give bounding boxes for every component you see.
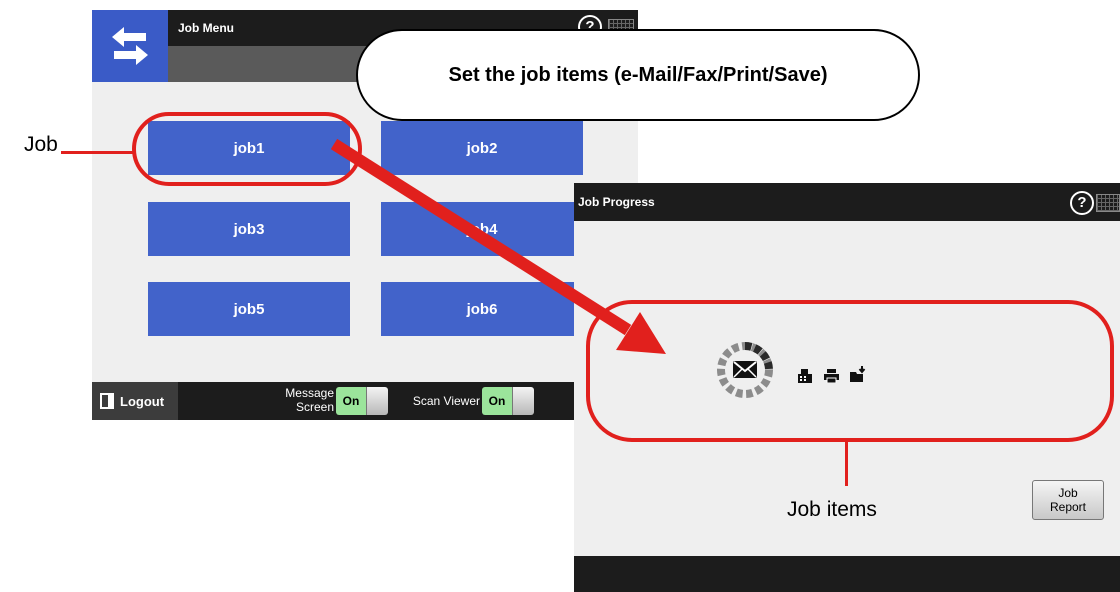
- message-screen-label-line1: Message: [285, 386, 334, 400]
- page-title: Job Progress: [578, 195, 655, 209]
- logout-button[interactable]: Logout: [92, 382, 178, 420]
- job-button-2[interactable]: job2: [381, 121, 583, 175]
- logout-icon: [100, 393, 114, 409]
- job-button-3[interactable]: job3: [148, 202, 350, 256]
- job-button-4[interactable]: job4: [381, 202, 583, 256]
- scan-viewer-label: Scan Viewer: [412, 394, 480, 408]
- title-bar: Job Progress ?: [574, 183, 1120, 221]
- toggle-on-label: On: [336, 387, 366, 415]
- job-leader-line: [61, 151, 135, 154]
- help-icon[interactable]: ?: [1070, 191, 1094, 215]
- job1-highlight-oval: [132, 112, 362, 186]
- logout-label: Logout: [120, 393, 165, 409]
- message-screen-label-line2: Screen: [295, 400, 334, 414]
- keyboard-icon[interactable]: [1096, 194, 1120, 212]
- page-title: Job Menu: [178, 21, 234, 35]
- job-button-5[interactable]: job5: [148, 282, 350, 336]
- toggle-knob: [366, 387, 388, 415]
- callout-bubble: Set the job items (e-Mail/Fax/Print/Save…: [356, 29, 920, 121]
- job-items-leader-line: [845, 442, 848, 486]
- toggle-knob: [512, 387, 534, 415]
- message-screen-label: Message Screen: [262, 386, 334, 414]
- toggle-on-label: On: [482, 387, 512, 415]
- message-screen-toggle[interactable]: On: [336, 387, 388, 415]
- scan-viewer-toggle[interactable]: On: [482, 387, 534, 415]
- job-items-highlight-oval: [586, 300, 1114, 442]
- job-annotation-label: Job: [24, 133, 58, 156]
- job-button-6[interactable]: job6: [381, 282, 583, 336]
- footer-bar: Logout Message Screen On Scan Viewer On: [92, 382, 638, 420]
- job-items-annotation-label: Job items: [787, 498, 877, 521]
- switch-arrows-icon[interactable]: [92, 10, 168, 82]
- job-report-button[interactable]: Job Report: [1032, 480, 1104, 520]
- footer-bar: [574, 556, 1120, 592]
